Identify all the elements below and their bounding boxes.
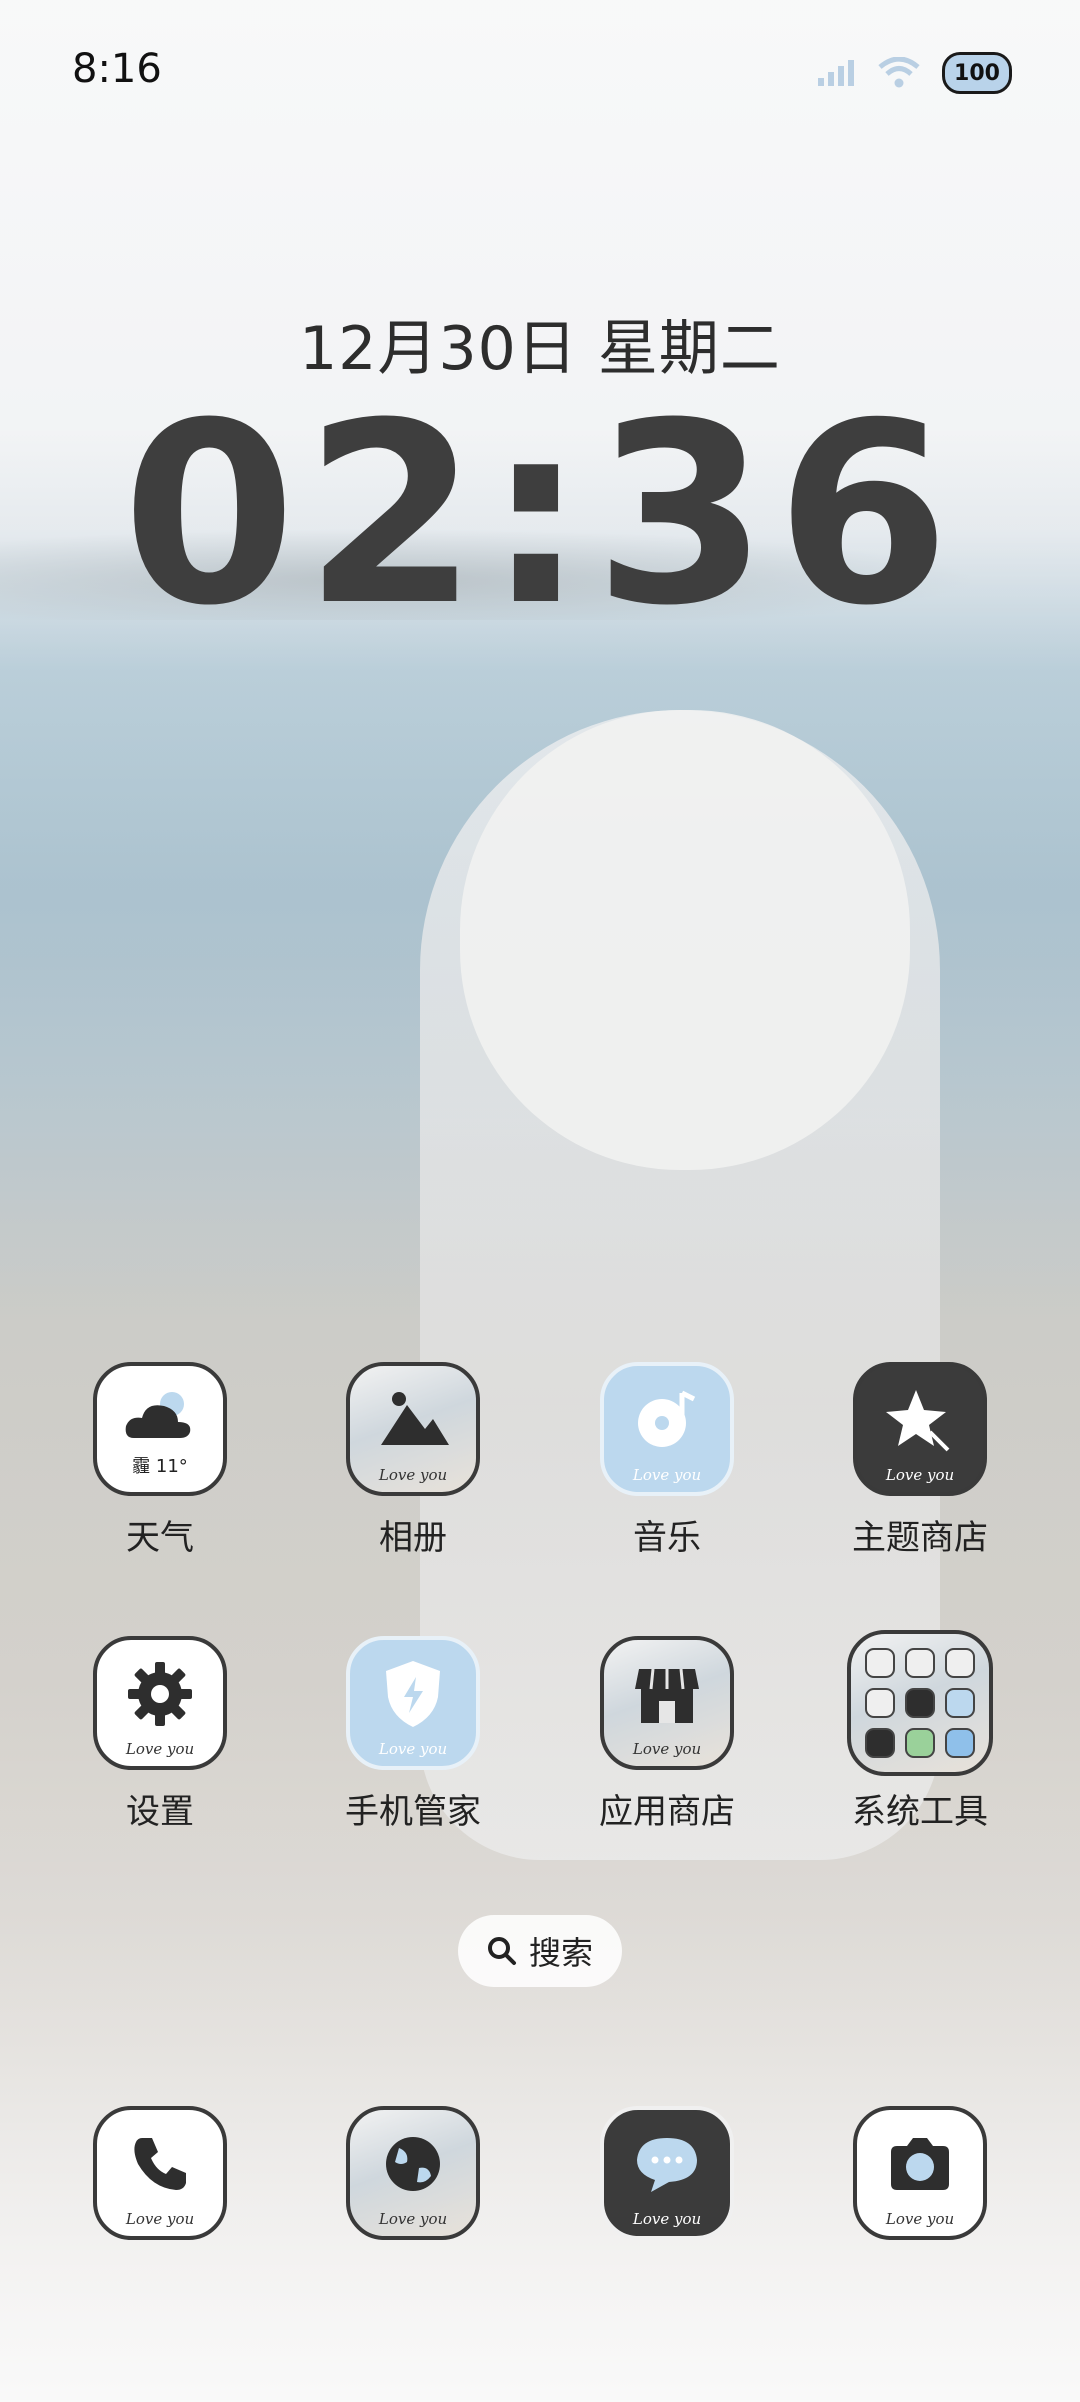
app-label-music: 音乐 xyxy=(633,1518,701,1558)
app-settings[interactable]: Love you 设置 xyxy=(60,1636,260,1833)
wifi-icon xyxy=(878,57,920,88)
gear-icon xyxy=(128,1662,192,1726)
icon-caption: Love you xyxy=(125,2210,195,2228)
icon-caption: Love you xyxy=(632,1466,702,1484)
icon-caption: Love you xyxy=(632,1740,702,1758)
folder-mini-app-icon xyxy=(905,1688,935,1718)
phone-icon xyxy=(134,2138,186,2190)
search-button[interactable]: 搜索 xyxy=(458,1915,622,1987)
camera-icon xyxy=(891,2138,949,2190)
folder-mini-app-icon xyxy=(865,1648,895,1678)
folder-mini-app-icon xyxy=(905,1648,935,1678)
folder-mini-app-icon xyxy=(945,1688,975,1718)
search-icon xyxy=(487,1937,516,1965)
folder-mini-app-icon xyxy=(945,1648,975,1678)
phone-manager-tile[interactable]: Love you xyxy=(346,1636,480,1770)
app-label-theme-store: 主题商店 xyxy=(852,1518,988,1558)
phone-tile[interactable]: Love you xyxy=(93,2106,227,2240)
app-weather[interactable]: 霾 11° 天气 xyxy=(60,1362,260,1559)
weather-condition: 霾 xyxy=(132,1456,151,1477)
folder-mini-app-icon xyxy=(945,1728,975,1758)
settings-tile[interactable]: Love you xyxy=(93,1636,227,1770)
icon-caption: Love you xyxy=(885,1466,955,1484)
signal-icon xyxy=(818,60,854,86)
status-icons: 100 xyxy=(816,52,1012,94)
dock-phone[interactable]: Love you xyxy=(60,2106,260,2240)
dock-messages[interactable]: Love you xyxy=(567,2106,767,2240)
folder-icon xyxy=(865,1648,975,1758)
app-system-tools-folder[interactable]: 系统工具 xyxy=(820,1630,1020,1833)
app-label-gallery: 相册 xyxy=(379,1518,447,1558)
app-music[interactable]: Love you 音乐 xyxy=(567,1362,767,1559)
icon-caption: Love you xyxy=(378,1740,448,1758)
gallery-tile[interactable]: Love you xyxy=(346,1362,480,1496)
app-label-settings: 设置 xyxy=(126,1792,194,1832)
globe-icon xyxy=(386,2137,440,2191)
icon-caption: Love you xyxy=(125,1740,195,1758)
folder-mini-app-icon xyxy=(865,1728,895,1758)
status-time: 8:16 xyxy=(72,46,162,92)
icon-caption: Love you xyxy=(632,2210,702,2228)
theme-store-tile[interactable]: Love you xyxy=(853,1362,987,1496)
icon-caption: Love you xyxy=(885,2210,955,2228)
app-label-app-store: 应用商店 xyxy=(599,1792,735,1832)
star-wand-icon xyxy=(886,1390,950,1452)
dock-browser[interactable]: Love you xyxy=(313,2106,513,2240)
chat-bubble-icon xyxy=(637,2138,697,2192)
messages-tile[interactable]: Love you xyxy=(600,2106,734,2240)
clock-widget[interactable]: 02:36 xyxy=(0,390,1080,640)
icon-caption: Love you xyxy=(378,1466,448,1484)
browser-tile[interactable]: Love you xyxy=(346,2106,480,2240)
store-icon xyxy=(635,1668,699,1723)
cloud-icon xyxy=(125,1392,191,1438)
weather-reading: 霾 11° xyxy=(97,1452,223,1478)
icon-caption: Love you xyxy=(378,2210,448,2228)
folder-mini-app-icon xyxy=(865,1688,895,1718)
battery-indicator: 100 xyxy=(942,52,1012,94)
mountain-icon xyxy=(381,1392,449,1445)
music-disc-icon xyxy=(638,1390,696,1447)
app-phone-manager[interactable]: Love you 手机管家 xyxy=(313,1636,513,1833)
search-label: 搜索 xyxy=(528,1934,593,1972)
camera-tile[interactable]: Love you xyxy=(853,2106,987,2240)
app-gallery[interactable]: Love you 相册 xyxy=(313,1362,513,1559)
folder-tile[interactable] xyxy=(847,1630,993,1776)
app-label-system-tools: 系统工具 xyxy=(852,1792,988,1832)
app-theme-store[interactable]: Love you 主题商店 xyxy=(820,1362,1020,1559)
app-label-weather: 天气 xyxy=(126,1518,194,1558)
dock-camera[interactable]: Love you xyxy=(820,2106,1020,2240)
music-tile[interactable]: Love you xyxy=(600,1362,734,1496)
weather-temperature: 11° xyxy=(155,1456,188,1477)
app-store-tile[interactable]: Love you xyxy=(600,1636,734,1770)
app-app-store[interactable]: Love you 应用商店 xyxy=(567,1636,767,1833)
folder-mini-app-icon xyxy=(905,1728,935,1758)
shield-bolt-icon xyxy=(386,1661,440,1727)
app-label-phone-manager: 手机管家 xyxy=(345,1792,481,1832)
weather-tile[interactable]: 霾 11° xyxy=(93,1362,227,1496)
